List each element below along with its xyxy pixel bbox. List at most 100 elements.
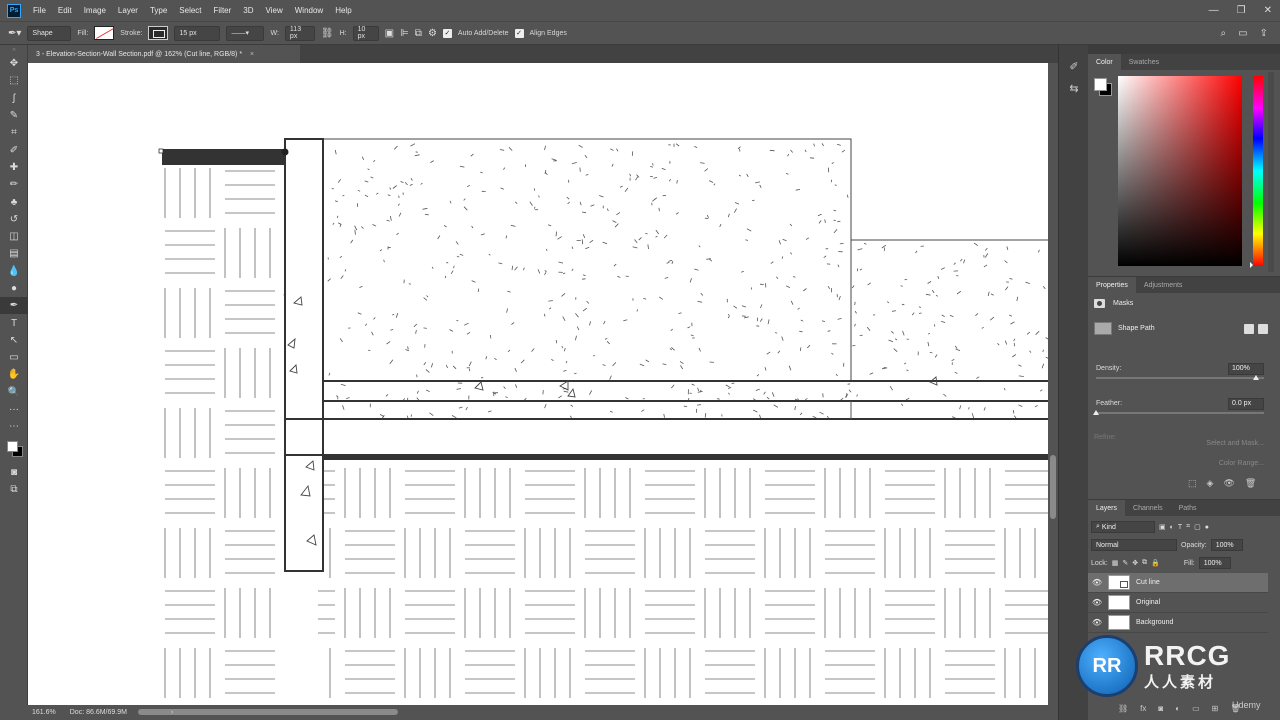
type-tool-icon[interactable]: T <box>0 314 28 331</box>
zoom-level[interactable]: 161.6% <box>32 709 56 716</box>
lasso-tool-icon[interactable]: ʃ <box>0 90 28 107</box>
edit-toolbar-icon[interactable]: ⋯ <box>0 418 28 435</box>
menu-image[interactable]: Image <box>78 6 112 15</box>
move-tool-icon[interactable]: ✥ <box>0 55 28 72</box>
tab-adjustments[interactable]: Adjustments <box>1136 277 1191 293</box>
settings-gear-icon[interactable]: ⚙ <box>428 28 437 39</box>
filter-toggle-icon[interactable]: ● <box>1205 524 1209 531</box>
document-tab[interactable]: 3 - Elevation-Section-Wall Section.pdf @… <box>28 45 300 63</box>
close-window-icon[interactable]: ✕ <box>1264 5 1272 16</box>
tool-mode-select[interactable]: Shape <box>27 25 72 41</box>
layer-filter-select[interactable]: ⌕ Kind <box>1091 521 1155 533</box>
new-group-icon[interactable]: ▭ <box>1192 704 1200 713</box>
width-input[interactable]: 113 px <box>284 25 315 41</box>
feather-input[interactable]: 0.0 px <box>1228 398 1264 410</box>
panel-foreground-swatch[interactable] <box>1094 78 1107 91</box>
blend-mode-select[interactable]: Normal <box>1091 539 1177 551</box>
filter-adjustment-icon[interactable]: ◐ <box>1170 524 1174 531</box>
restore-icon[interactable]: ❐ <box>1237 5 1246 16</box>
menu-file[interactable]: File <box>27 6 52 15</box>
lock-artboard-icon[interactable]: ⧉ <box>1142 559 1147 567</box>
brush-tool-icon[interactable]: ✏ <box>0 176 28 193</box>
menu-select[interactable]: Select <box>173 6 207 15</box>
align-edges-checkbox[interactable]: ✓ <box>514 28 524 38</box>
link-layers-icon[interactable]: ⛓ <box>1118 704 1128 713</box>
color-range-button[interactable]: Color Range... <box>1206 454 1264 474</box>
eye-icon[interactable]: 👁 <box>1088 598 1106 607</box>
path-operations-icon[interactable]: ▣ <box>385 28 394 39</box>
layer-row-background[interactable]: 👁 Background <box>1088 613 1268 633</box>
minimize-icon[interactable]: — <box>1209 5 1219 16</box>
path-select-tool-icon[interactable]: ↖ <box>0 332 28 349</box>
lock-all-icon[interactable]: 🔒 <box>1151 559 1160 567</box>
lock-position-icon[interactable]: ✥ <box>1132 559 1138 567</box>
menu-help[interactable]: Help <box>329 6 357 15</box>
status-arrow-icon[interactable]: › <box>171 709 173 716</box>
density-input[interactable]: 100% <box>1228 363 1264 375</box>
layer-style-icon[interactable]: fx <box>1140 704 1146 713</box>
color-picker-field[interactable] <box>1118 76 1242 266</box>
layer-row-cut-line[interactable]: 👁 Cut line <box>1088 573 1268 593</box>
crop-tool-icon[interactable]: ⌗ <box>0 124 28 141</box>
brush-settings-icon[interactable]: ✐ <box>1059 55 1089 77</box>
new-layer-icon[interactable]: ⊞ <box>1212 704 1219 713</box>
workspace-icon[interactable]: ▭ <box>1238 28 1247 39</box>
stamp-tool-icon[interactable]: ♣ <box>0 193 28 210</box>
path-alignment-icon[interactable]: ⊫ <box>400 28 409 39</box>
blur-tool-icon[interactable]: 💧 <box>0 263 28 280</box>
dodge-tool-icon[interactable]: ● <box>0 280 28 297</box>
tab-color[interactable]: Color <box>1088 54 1121 70</box>
select-and-mask-button[interactable]: Select and Mask... <box>1206 434 1264 454</box>
feather-slider-knob[interactable] <box>1093 410 1099 415</box>
stroke-width-input[interactable]: 15 px <box>174 25 221 41</box>
zoom-tool-icon[interactable]: 🔍 <box>0 384 28 401</box>
menu-layer[interactable]: Layer <box>112 6 144 15</box>
stroke-swatch[interactable] <box>148 26 169 40</box>
eraser-tool-icon[interactable]: ◫ <box>0 228 28 245</box>
tab-properties[interactable]: Properties <box>1088 277 1136 293</box>
quick-mask-icon[interactable]: ◙ <box>0 464 28 481</box>
healing-tool-icon[interactable]: ✚ <box>0 159 28 176</box>
menu-view[interactable]: View <box>260 6 289 15</box>
tab-channels[interactable]: Channels <box>1125 500 1171 516</box>
gradient-tool-icon[interactable]: ▤ <box>0 245 28 262</box>
menu-edit[interactable]: Edit <box>52 6 78 15</box>
close-tab-icon[interactable]: × <box>250 51 254 58</box>
eyedropper-tool-icon[interactable]: ✐ <box>0 141 28 158</box>
add-pixel-mask-icon[interactable] <box>1244 323 1254 334</box>
density-slider[interactable] <box>1096 377 1264 379</box>
menu-window[interactable]: Window <box>289 6 329 15</box>
color-swatches[interactable] <box>0 436 28 464</box>
filter-pixel-icon[interactable]: ▣ <box>1159 523 1166 531</box>
visibility-icon[interactable]: 👁 <box>1223 478 1234 489</box>
lock-transparent-icon[interactable]: ▦ <box>1112 559 1119 567</box>
add-mask-icon[interactable]: ◙ <box>1158 704 1163 713</box>
eye-icon[interactable]: 👁 <box>1088 618 1106 627</box>
eye-icon[interactable]: 👁 <box>1088 578 1106 587</box>
feather-slider[interactable] <box>1096 412 1264 414</box>
auto-add-delete-checkbox[interactable]: ✓ <box>442 28 452 38</box>
vertical-scroll-thumb[interactable] <box>1050 455 1056 519</box>
stroke-type-select[interactable]: ——▾ <box>226 25 265 41</box>
opacity-input[interactable]: 100% <box>1210 539 1243 551</box>
apply-mask-icon[interactable]: ◈ <box>1207 478 1214 489</box>
filter-shape-icon[interactable]: ⌗ <box>1186 523 1190 531</box>
menu-type[interactable]: Type <box>144 6 173 15</box>
path-arrangement-icon[interactable]: ⧉ <box>415 28 422 39</box>
filter-smart-object-icon[interactable]: ▢ <box>1194 523 1201 531</box>
tab-layers[interactable]: Layers <box>1088 500 1126 516</box>
pen-tool-preset-icon[interactable]: ✒▾ <box>8 28 21 39</box>
rectangle-tool-icon[interactable]: ▭ <box>0 349 28 366</box>
load-selection-icon[interactable]: ⬚ <box>1188 478 1197 489</box>
hand-tool-icon[interactable]: ✋ <box>0 366 28 383</box>
quick-select-tool-icon[interactable]: ✎ <box>0 107 28 124</box>
tab-swatches[interactable]: Swatches <box>1121 54 1167 70</box>
screen-mode-icon[interactable]: ⧉ <box>0 481 28 498</box>
marquee-tool-icon[interactable]: ⬚ <box>0 72 28 89</box>
hue-slider[interactable] <box>1250 76 1263 268</box>
new-adjustment-icon[interactable]: ◐ <box>1175 704 1180 713</box>
share-icon[interactable]: ⇪ <box>1260 28 1268 39</box>
link-icon[interactable]: ⛓ <box>321 28 334 39</box>
filter-type-icon[interactable]: T <box>1178 524 1182 531</box>
add-vector-mask-icon[interactable] <box>1258 323 1268 334</box>
